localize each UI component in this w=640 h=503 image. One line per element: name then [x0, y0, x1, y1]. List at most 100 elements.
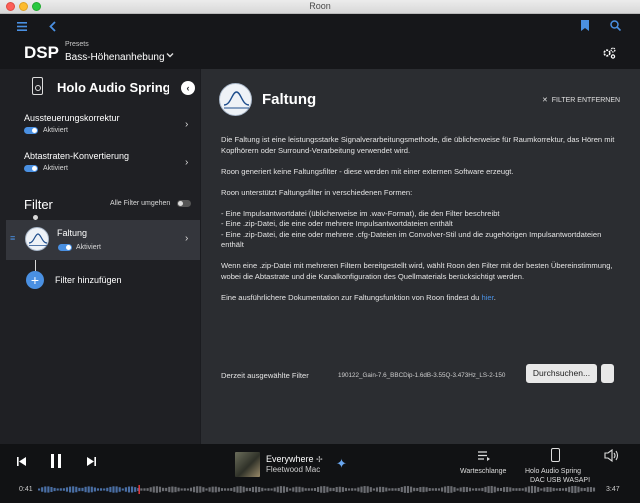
waveform-bar [149, 487, 152, 492]
waveform-bar [267, 488, 270, 491]
waveform-bar [199, 486, 202, 493]
waveform-bar [320, 486, 323, 493]
bookmark-icon[interactable] [581, 20, 589, 31]
queue-icon[interactable] [478, 451, 490, 461]
radio-sparkle-icon[interactable]: ✦ [336, 456, 347, 472]
sample-rate-toggle[interactable] [24, 165, 38, 172]
remove-filter-button[interactable]: ✕ FILTER ENTFERNEN [542, 96, 620, 104]
waveform-bar [251, 486, 255, 493]
waveform-bar [540, 488, 543, 491]
waveform-bar [351, 488, 354, 491]
waveform-bar [115, 486, 118, 493]
waveform-bar [425, 487, 428, 492]
previous-track-icon[interactable] [17, 457, 26, 466]
waveform-bar [487, 486, 490, 493]
add-filter-button[interactable]: Filter hinzufügen [55, 275, 122, 285]
waveform-bar [298, 486, 301, 493]
waveform-bar [338, 486, 341, 493]
setting-volume-leveling[interactable]: Aussteuerungskorrektur Aktiviert › [0, 113, 200, 149]
waveform-bar [109, 486, 112, 493]
window-titlebar: Roon [0, 0, 640, 14]
chevron-right-icon[interactable]: › [185, 119, 188, 130]
waveform-bar [388, 488, 391, 491]
seek-waveform[interactable] [38, 485, 596, 494]
waveform-bar [360, 486, 363, 493]
waveform-bar [273, 487, 276, 492]
waveform-bar [410, 486, 413, 493]
filter-sidebar: Holo Audio Spring ‹ Aussteuerungskorrekt… [0, 69, 200, 444]
waveform-bar [580, 487, 583, 492]
waveform-bar [310, 488, 313, 491]
waveform-bar [527, 486, 530, 493]
waveform-bar [465, 487, 468, 492]
setting-sample-rate-conversion[interactable]: Abtastraten-Konvertierung Aktiviert › [0, 151, 200, 187]
waveform-bar [363, 486, 366, 493]
waveform-bar [295, 486, 298, 493]
album-art[interactable] [235, 452, 260, 477]
waveform-bar [478, 488, 481, 491]
waveform-bar [372, 488, 375, 491]
waveform-bar [422, 486, 425, 493]
chevron-right-icon[interactable]: › [185, 233, 188, 244]
waveform-bar [196, 486, 199, 493]
waveform-bar [165, 487, 168, 492]
add-filter-plus-icon[interactable]: + [26, 271, 44, 289]
chevron-right-icon[interactable]: › [185, 157, 188, 168]
waveform-bar [146, 488, 149, 491]
convolution-toggle[interactable] [58, 244, 72, 251]
pause-icon[interactable] [50, 454, 62, 468]
waveform-bar [140, 488, 143, 491]
filter-item-convolution[interactable]: ≡ Faltung Aktiviert › [6, 220, 200, 260]
documentation-link[interactable]: hier [481, 293, 493, 302]
waveform-bar [416, 487, 419, 492]
waveform-bar [509, 487, 512, 492]
waveform-bar [193, 486, 196, 493]
chevron-down-icon[interactable] [166, 52, 174, 58]
waveform-bar [59, 488, 62, 491]
preset-selector[interactable]: Bass-Höhenanhebung [65, 52, 165, 63]
zone-output[interactable]: DAC USB WASAPI [530, 477, 590, 484]
waveform-bar [549, 487, 552, 492]
zone-speaker-icon[interactable] [551, 448, 560, 462]
waveform-bar [394, 488, 397, 491]
track-artist[interactable]: Fleetwood Mac [266, 465, 320, 474]
waveform-bar [329, 487, 332, 492]
convolution-filter-icon [219, 83, 252, 116]
drag-handle-icon[interactable]: ≡ [10, 233, 15, 243]
volume-leveling-toggle[interactable] [24, 127, 38, 134]
browse-options-button[interactable] [601, 364, 614, 383]
next-track-icon[interactable] [87, 457, 96, 466]
waveform-bar [503, 487, 506, 492]
browse-button[interactable]: Durchsuchen... [526, 364, 597, 383]
waveform-bar [344, 487, 348, 492]
waveform-bar [56, 488, 59, 491]
signal-path-icon[interactable]: ✢ [316, 455, 323, 464]
back-arrow-icon[interactable] [49, 21, 56, 32]
volume-icon[interactable] [604, 449, 619, 462]
waveform-bar [62, 488, 65, 491]
search-icon[interactable] [610, 20, 621, 31]
filter-detail-panel: Faltung ✕ FILTER ENTFERNEN Die Faltung i… [201, 69, 640, 444]
bypass-all-toggle[interactable] [177, 200, 191, 207]
waveform-bar [332, 487, 335, 492]
waveform-bar [189, 487, 193, 492]
remove-filter-label: FILTER ENTFERNEN [551, 97, 621, 104]
waveform-bar [546, 486, 549, 493]
waveform-bar [50, 487, 53, 492]
waveform-bar [103, 488, 106, 491]
zone-name[interactable]: Holo Audio Spring [525, 468, 581, 475]
waveform-bar [69, 486, 72, 493]
track-title[interactable]: Everywhere ✢ [266, 454, 323, 464]
waveform-bar [255, 486, 258, 493]
waveform-bar [348, 488, 351, 491]
queue-label[interactable]: Warteschlange [460, 468, 506, 475]
waveform-bar [65, 487, 69, 492]
filter-description: Die Faltung ist eine leistungsstarke Sig… [221, 135, 619, 314]
gear-icon[interactable] [602, 46, 616, 60]
description-paragraph: Wenn eine .zip-Datei mit mehreren Filter… [221, 261, 613, 281]
collapse-sidebar-button[interactable]: ‹ [181, 81, 195, 95]
waveform-bar [475, 488, 478, 491]
hamburger-menu-icon[interactable] [17, 22, 27, 31]
waveform-bar [208, 487, 211, 492]
waveform-bar [366, 486, 369, 493]
